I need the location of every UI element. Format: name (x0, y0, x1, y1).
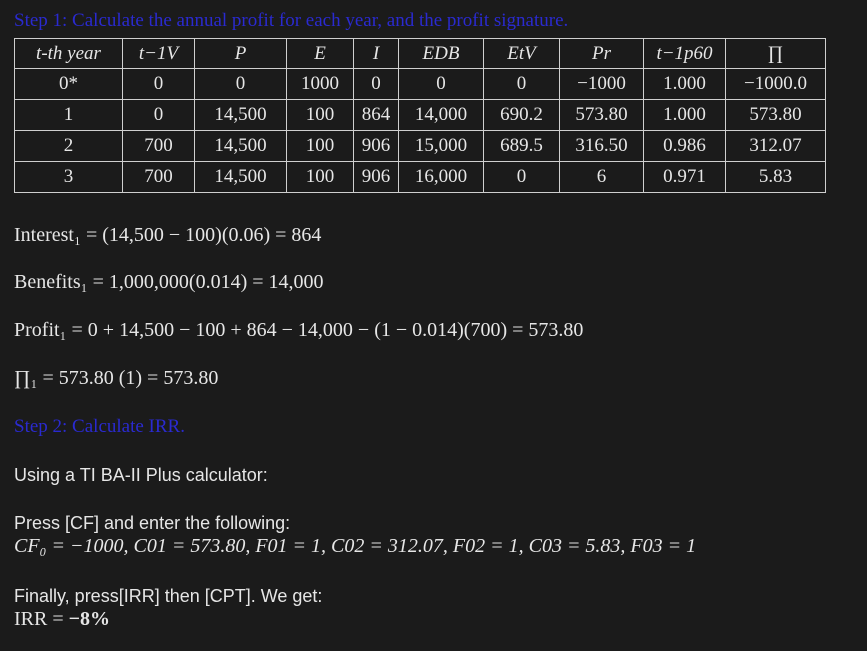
table-cell: 0 (483, 161, 560, 193)
profit-equation: Profit₁ = 0 + 14,500 − 100 + 864 − 14,00… (14, 319, 584, 341)
press-cf-instruction: Press [CF] and enter the following: (14, 513, 291, 533)
table-cell: 16,000 (398, 161, 484, 193)
table-cell: 1000 (286, 68, 354, 100)
table-cell: 1 (14, 99, 123, 131)
table-cell: 5.83 (725, 161, 826, 193)
header-profit: Pr (559, 38, 644, 69)
table-cell: 100 (286, 130, 354, 162)
benefits-equation: Benefits₁ = 1,000,000(0.014) = 14,000 (14, 271, 324, 293)
table-cell: 700 (122, 161, 195, 193)
table-cell: 1.000 (643, 68, 726, 100)
table-row: 3 700 14,500 100 906 16,000 0 6 0.971 5.… (14, 161, 826, 193)
table-cell: −1000.0 (725, 68, 826, 100)
header-reserve-prev: t−1V (122, 38, 195, 69)
table-cell: 573.80 (559, 99, 644, 131)
header-reserve-end: EtV (483, 38, 560, 69)
table-cell: 2 (14, 130, 123, 162)
table-cell: 0 (122, 68, 195, 100)
table-cell: 100 (286, 99, 354, 131)
table-cell: 906 (353, 161, 399, 193)
table-cell: 0 (398, 68, 484, 100)
table-cell: 14,500 (194, 99, 287, 131)
table-cell: 573.80 (725, 99, 826, 131)
table-cell: 1.000 (643, 99, 726, 131)
table-cell: 0* (14, 68, 123, 100)
profit-signature-equation: ∏₁ = 573.80 (1) = 573.80 (14, 367, 219, 389)
table-cell: 312.07 (725, 130, 826, 162)
header-premium: P (194, 38, 287, 69)
irr-result: IRR = −8% (14, 608, 110, 631)
header-profit-signature: ∏ (725, 38, 826, 69)
table-cell: 0 (122, 99, 195, 131)
table-row: 2 700 14,500 100 906 15,000 689.5 316.50… (14, 130, 826, 162)
table-cell: 3 (14, 161, 123, 193)
table-header-row: t-th year t−1V P E I EDB EtV Pr t−1p60 ∏ (14, 38, 826, 69)
header-expense: E (286, 38, 354, 69)
header-edb: EDB (398, 38, 484, 69)
table-cell: 15,000 (398, 130, 484, 162)
irr-label: IRR = (14, 608, 69, 630)
table-cell: 100 (286, 161, 354, 193)
header-year: t-th year (14, 38, 123, 69)
table-cell: 0 (483, 68, 560, 100)
table-cell: 700 (122, 130, 195, 162)
table-row: 0* 0 0 1000 0 0 0 −1000 1.000 −1000.0 (14, 68, 826, 100)
irr-value: −8% (68, 608, 111, 630)
table-cell: 689.5 (483, 130, 560, 162)
calculator-instruction: Using a TI BA-II Plus calculator: (14, 465, 268, 485)
table-cell: 0.971 (643, 161, 726, 193)
step-1-heading: Step 1: Calculate the annual profit for … (14, 10, 569, 31)
table-cell: 0 (194, 68, 287, 100)
table-row: 1 0 14,500 100 864 14,000 690.2 573.80 1… (14, 99, 826, 131)
header-survival-prob: t−1p60 (643, 38, 726, 69)
table-cell: 316.50 (559, 130, 644, 162)
table-cell: 906 (353, 130, 399, 162)
table-cell: 0.986 (643, 130, 726, 162)
table-cell: 14,000 (398, 99, 484, 131)
interest-equation: Interest₁ = (14,500 − 100)(0.06) = 864 (14, 224, 322, 246)
step-2-heading: Step 2: Calculate IRR. (14, 416, 185, 437)
table-cell: 864 (353, 99, 399, 131)
finally-instruction: Finally, press[IRR] then [CPT]. We get: (14, 586, 323, 606)
table-cell: 14,500 (194, 130, 287, 162)
table-cell: 690.2 (483, 99, 560, 131)
table-cell: −1000 (559, 68, 644, 100)
table-cell: 6 (559, 161, 644, 193)
table-cell: 14,500 (194, 161, 287, 193)
cash-flow-values: CF₀ = −1000, C01 = 573.80, F01 = 1, C02 … (14, 535, 697, 557)
table-cell: 0 (353, 68, 399, 100)
profit-table: t-th year t−1V P E I EDB EtV Pr t−1p60 ∏… (14, 38, 826, 193)
header-interest: I (353, 38, 399, 69)
